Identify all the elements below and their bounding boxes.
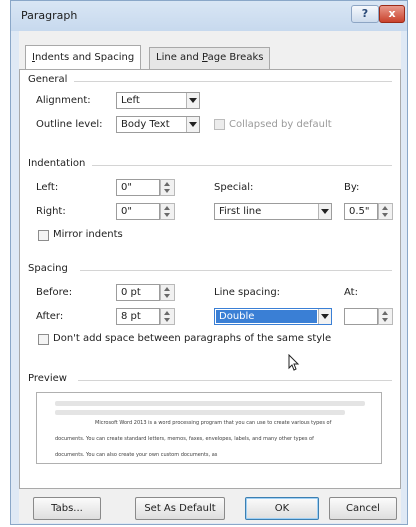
- right-indent-label: Right:: [36, 206, 66, 217]
- by-field[interactable]: 0.5": [344, 203, 378, 220]
- preview-previous-paragraph: [55, 410, 345, 415]
- help-button[interactable]: ?: [351, 5, 379, 23]
- by-label: By:: [344, 182, 360, 193]
- tab-linepage-rest: age Breaks: [207, 52, 264, 63]
- mirror-indents-checkbox[interactable]: [38, 230, 49, 241]
- set-as-default-button[interactable]: Set As Default: [135, 497, 225, 520]
- right-indent-value: 0": [121, 206, 132, 217]
- section-divider: [78, 380, 392, 381]
- chevron-down-icon[interactable]: [186, 117, 199, 132]
- line-spacing-select[interactable]: Double: [214, 308, 332, 325]
- indents-spacing-panel: General Alignment: Left Outline level: B…: [19, 69, 401, 489]
- spacing-before-label: Before:: [36, 287, 73, 298]
- line-spacing-label: Line spacing:: [214, 287, 281, 298]
- line-spacing-value: Double: [219, 311, 255, 322]
- spacing-after-value: 8 pt: [121, 311, 141, 322]
- dont-add-space-label: Don't add space between paragraphs of th…: [53, 333, 332, 344]
- spacing-after-field[interactable]: 8 pt: [116, 308, 160, 325]
- title-bar[interactable]: Paragraph ? x: [11, 1, 407, 31]
- tab-linepage-pre: Line and: [156, 52, 203, 63]
- outline-level-value: Body Text: [121, 119, 170, 130]
- preview-sample-line: documents. You can create standard lette…: [55, 436, 314, 442]
- dont-add-space-checkbox[interactable]: [38, 334, 49, 345]
- section-divider: [92, 165, 392, 166]
- collapsed-by-default-checkbox[interactable]: [214, 119, 225, 130]
- chevron-down-icon[interactable]: [318, 309, 331, 324]
- tab-indents-and-spacing[interactable]: Indents and Spacing: [25, 45, 142, 69]
- dialog-title: Paragraph: [21, 9, 78, 22]
- alignment-label: Alignment:: [36, 95, 91, 106]
- preview-previous-paragraph: [55, 401, 365, 406]
- alignment-select[interactable]: Left: [116, 92, 200, 109]
- spacing-after-spinner[interactable]: [160, 308, 175, 325]
- special-select[interactable]: First line: [214, 203, 332, 220]
- special-value: First line: [219, 206, 262, 217]
- tabs-button[interactable]: Tabs...: [33, 497, 101, 520]
- outline-level-select[interactable]: Body Text: [116, 116, 200, 133]
- spacing-before-spinner[interactable]: [160, 284, 175, 301]
- section-indentation-heading: Indentation: [28, 158, 86, 169]
- left-indent-label: Left:: [36, 182, 59, 193]
- preview-sample-line: Microsoft Word 2013 is a word processing…: [95, 420, 332, 426]
- cancel-button[interactable]: Cancel: [329, 497, 397, 520]
- at-field[interactable]: [344, 308, 378, 325]
- section-preview-heading: Preview: [28, 373, 67, 384]
- collapsed-by-default-label: Collapsed by default: [229, 119, 332, 130]
- by-value: 0.5": [349, 206, 370, 217]
- right-indent-field[interactable]: 0": [116, 203, 160, 220]
- tab-indents-label: ndents and Spacing: [34, 52, 135, 63]
- spacing-after-label: After:: [36, 311, 64, 322]
- spacing-before-field[interactable]: 0 pt: [116, 284, 160, 301]
- mirror-indents-label: Mirror indents: [53, 229, 123, 240]
- left-indent-field[interactable]: 0": [116, 179, 160, 196]
- preview-sample-line: documents. You can also create your own …: [55, 452, 218, 458]
- by-spinner[interactable]: [378, 203, 393, 220]
- section-divider: [80, 270, 392, 271]
- special-label: Special:: [214, 182, 254, 193]
- section-divider: [74, 81, 392, 82]
- section-spacing-heading: Spacing: [28, 263, 68, 274]
- right-indent-spinner[interactable]: [160, 203, 175, 220]
- tab-line-and-page-breaks[interactable]: Line and Page Breaks: [149, 47, 271, 69]
- left-indent-value: 0": [121, 182, 132, 193]
- spacing-before-value: 0 pt: [121, 287, 141, 298]
- preview-pane: Microsoft Word 2013 is a word processing…: [36, 392, 382, 464]
- paragraph-dialog: Paragraph ? x Indents and Spacing Line a…: [10, 0, 408, 525]
- at-spinner[interactable]: [378, 308, 393, 325]
- outline-level-label: Outline level:: [36, 119, 103, 130]
- chevron-down-icon[interactable]: [318, 204, 331, 219]
- chevron-down-icon[interactable]: [186, 93, 199, 108]
- ok-button[interactable]: OK: [245, 497, 319, 520]
- dialog-client-area: Indents and Spacing Line and Page Breaks…: [19, 31, 401, 523]
- at-label: At:: [344, 287, 358, 298]
- left-indent-spinner[interactable]: [160, 179, 175, 196]
- mouse-cursor-icon: [288, 354, 300, 371]
- close-button[interactable]: x: [379, 5, 405, 23]
- section-general-heading: General: [28, 74, 68, 85]
- alignment-value: Left: [121, 95, 140, 106]
